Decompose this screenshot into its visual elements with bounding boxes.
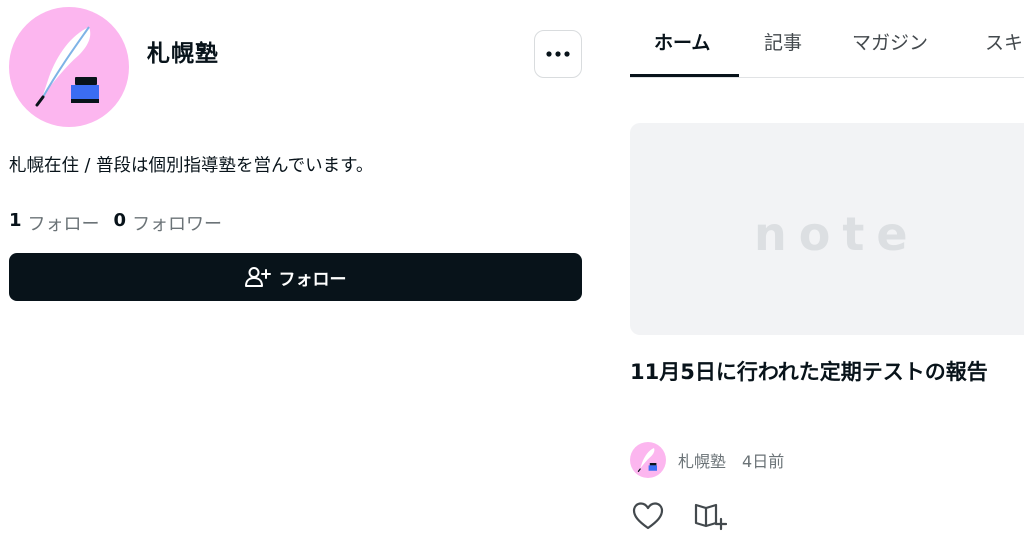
add-to-magazine-button[interactable] [692, 498, 728, 534]
post-time: 4日前 [742, 452, 785, 471]
person-add-icon [244, 267, 271, 287]
quill-ink-icon [637, 448, 657, 472]
following-label[interactable]: フォロー [28, 210, 100, 236]
more-dots-icon [546, 51, 570, 57]
note-logo: note [754, 207, 920, 261]
author-name[interactable]: 札幌塾 [678, 448, 726, 472]
profile-tabs: ホーム 記事 マガジン スキ [630, 0, 1024, 78]
follow-button-label: フォロー [278, 269, 347, 290]
follow-button[interactable]: フォロー [9, 253, 582, 301]
active-tab-indicator [630, 74, 739, 77]
profile-name: 札幌塾 [147, 41, 219, 67]
profile-bio: 札幌在住 / 普段は個別指導塾を営んでいます。 [9, 156, 374, 176]
heart-icon [632, 502, 664, 530]
profile-avatar[interactable] [9, 7, 129, 127]
tab-articles[interactable]: 記事 [764, 28, 802, 55]
following-count[interactable]: 1 [9, 210, 22, 236]
followers-label[interactable]: フォロワー [132, 210, 222, 236]
author-avatar[interactable] [630, 442, 666, 478]
article-meta: 札幌塾 4日前 [630, 442, 784, 478]
followers-count[interactable]: 0 [114, 210, 127, 236]
like-button[interactable] [630, 498, 666, 534]
quill-ink-icon [35, 26, 99, 107]
follow-counts: 1 フォロー 0 フォロワー [9, 210, 236, 236]
article-thumbnail[interactable]: note [630, 123, 1024, 335]
tab-likes[interactable]: スキ [985, 28, 1023, 55]
tab-magazines[interactable]: マガジン [852, 28, 928, 55]
article-actions [630, 498, 728, 534]
tab-home[interactable]: ホーム [654, 28, 710, 55]
article-title[interactable]: 11月5日に行われた定期テストの報告 [630, 354, 1020, 390]
more-options-button[interactable] [534, 30, 582, 78]
magazine-add-icon [694, 503, 727, 531]
